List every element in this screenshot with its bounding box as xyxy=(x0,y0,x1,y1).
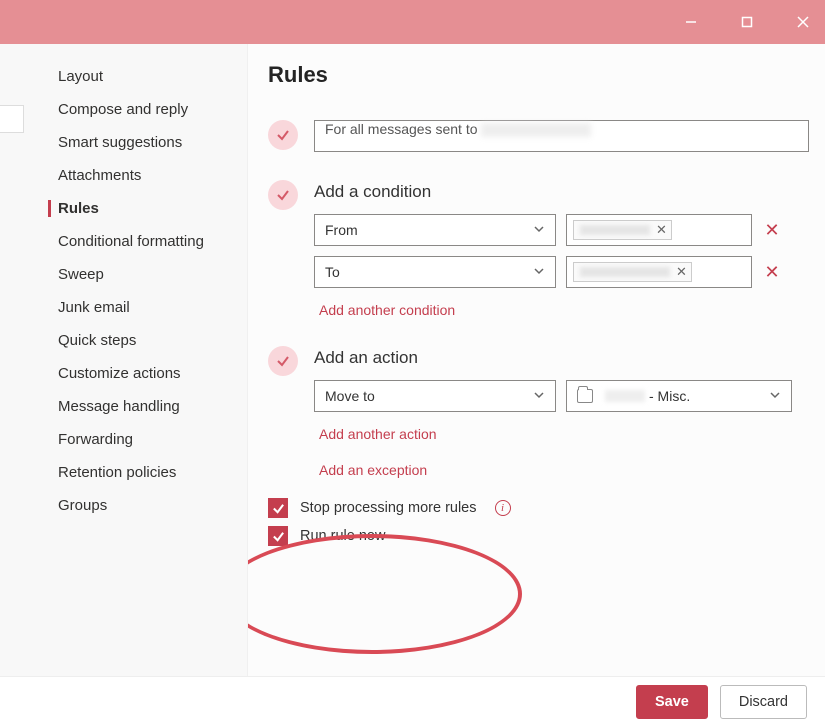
action-target-dropdown[interactable]: - Misc. xyxy=(566,380,792,412)
sidebar-item-label: Smart suggestions xyxy=(58,134,182,151)
settings-sidebar: Layout Compose and reply Smart suggestio… xyxy=(0,44,248,676)
add-another-action-link[interactable]: Add another action xyxy=(319,426,437,442)
run-rule-now-label: Run rule now xyxy=(300,528,385,544)
info-icon[interactable]: i xyxy=(495,500,511,516)
sidebar-item-junk-email[interactable]: Junk email xyxy=(0,291,247,324)
sidebar-item-label: Groups xyxy=(58,497,107,514)
page-title: Rules xyxy=(268,62,809,88)
rule-editor-scroll[interactable]: For all messages sent to Add a condition… xyxy=(268,102,809,676)
main-panel: Rules For all messages sent to xyxy=(248,44,825,676)
redacted-text xyxy=(580,267,670,277)
discard-button[interactable]: Discard xyxy=(720,685,807,719)
rule-name-text: For all messages sent to xyxy=(325,121,478,137)
sidebar-item-layout[interactable]: Layout xyxy=(0,60,247,93)
save-button[interactable]: Save xyxy=(636,685,708,719)
dropdown-value: To xyxy=(325,264,340,280)
sidebar-item-label: Conditional formatting xyxy=(58,233,204,250)
chip-remove-icon[interactable]: ✕ xyxy=(656,222,667,238)
sidebar-item-customize-actions[interactable]: Customize actions xyxy=(0,357,247,390)
sidebar-item-conditional-formatting[interactable]: Conditional formatting xyxy=(0,225,247,258)
redacted-text xyxy=(481,123,591,137)
sidebar-item-rules[interactable]: Rules xyxy=(0,192,247,225)
sidebar-item-label: Attachments xyxy=(58,167,141,184)
sidebar-item-forwarding[interactable]: Forwarding xyxy=(0,423,247,456)
sidebar-item-attachments[interactable]: Attachments xyxy=(0,159,247,192)
sidebar-item-quick-steps[interactable]: Quick steps xyxy=(0,324,247,357)
dropdown-value: - Misc. xyxy=(577,388,690,404)
close-button[interactable] xyxy=(787,6,819,38)
action-type-dropdown[interactable]: Move to xyxy=(314,380,556,412)
step-complete-icon xyxy=(268,180,298,210)
step-complete-icon xyxy=(268,120,298,150)
sidebar-item-smart-suggestions[interactable]: Smart suggestions xyxy=(0,126,247,159)
condition-value-field[interactable]: ✕ xyxy=(566,256,752,288)
chevron-down-icon xyxy=(769,388,781,404)
sidebar-item-retention-policies[interactable]: Retention policies xyxy=(0,456,247,489)
step-complete-icon xyxy=(268,346,298,376)
sidebar-item-sweep[interactable]: Sweep xyxy=(0,258,247,291)
sidebar-item-groups[interactable]: Groups xyxy=(0,489,247,522)
stop-processing-label: Stop processing more rules xyxy=(300,500,477,516)
add-exception-link[interactable]: Add an exception xyxy=(319,462,427,478)
dropdown-value: From xyxy=(325,222,358,238)
sidebar-item-label: Layout xyxy=(58,68,103,85)
folder-icon xyxy=(577,389,593,403)
rule-name-input[interactable]: For all messages sent to xyxy=(314,120,809,152)
add-condition-title: Add a condition xyxy=(314,182,809,202)
sidebar-item-label: Rules xyxy=(58,200,99,217)
chevron-down-icon xyxy=(533,264,545,280)
sidebar-item-label: Message handling xyxy=(58,398,180,415)
window-titlebar xyxy=(0,0,825,44)
stop-processing-checkbox[interactable] xyxy=(268,498,288,518)
add-action-title: Add an action xyxy=(314,348,809,368)
maximize-button[interactable] xyxy=(731,6,763,38)
sidebar-item-label: Customize actions xyxy=(58,365,181,382)
sidebar-item-label: Junk email xyxy=(58,299,130,316)
dropdown-value: Move to xyxy=(325,388,375,404)
add-another-condition-link[interactable]: Add another condition xyxy=(319,302,455,318)
minimize-button[interactable] xyxy=(675,6,707,38)
chevron-down-icon xyxy=(533,222,545,238)
sidebar-item-message-handling[interactable]: Message handling xyxy=(0,390,247,423)
condition-value-field[interactable]: ✕ xyxy=(566,214,752,246)
dialog-footer: Save Discard xyxy=(0,676,825,726)
remove-condition-button[interactable]: ✕ xyxy=(762,220,782,241)
remove-condition-button[interactable]: ✕ xyxy=(762,262,782,283)
sidebar-item-label: Sweep xyxy=(58,266,104,283)
condition-type-dropdown[interactable]: From xyxy=(314,214,556,246)
sidebar-item-label: Compose and reply xyxy=(58,101,188,118)
chevron-down-icon xyxy=(533,388,545,404)
sidebar-item-label: Retention policies xyxy=(58,464,176,481)
chip-remove-icon[interactable]: ✕ xyxy=(676,264,687,280)
people-chip[interactable]: ✕ xyxy=(573,220,672,240)
sidebar-item-label: Forwarding xyxy=(58,431,133,448)
sidebar-item-label: Quick steps xyxy=(58,332,136,349)
redacted-text xyxy=(605,390,645,402)
sidebar-item-compose[interactable]: Compose and reply xyxy=(0,93,247,126)
condition-type-dropdown[interactable]: To xyxy=(314,256,556,288)
people-chip[interactable]: ✕ xyxy=(573,262,692,282)
redacted-text xyxy=(580,225,650,235)
run-rule-now-checkbox[interactable] xyxy=(268,526,288,546)
